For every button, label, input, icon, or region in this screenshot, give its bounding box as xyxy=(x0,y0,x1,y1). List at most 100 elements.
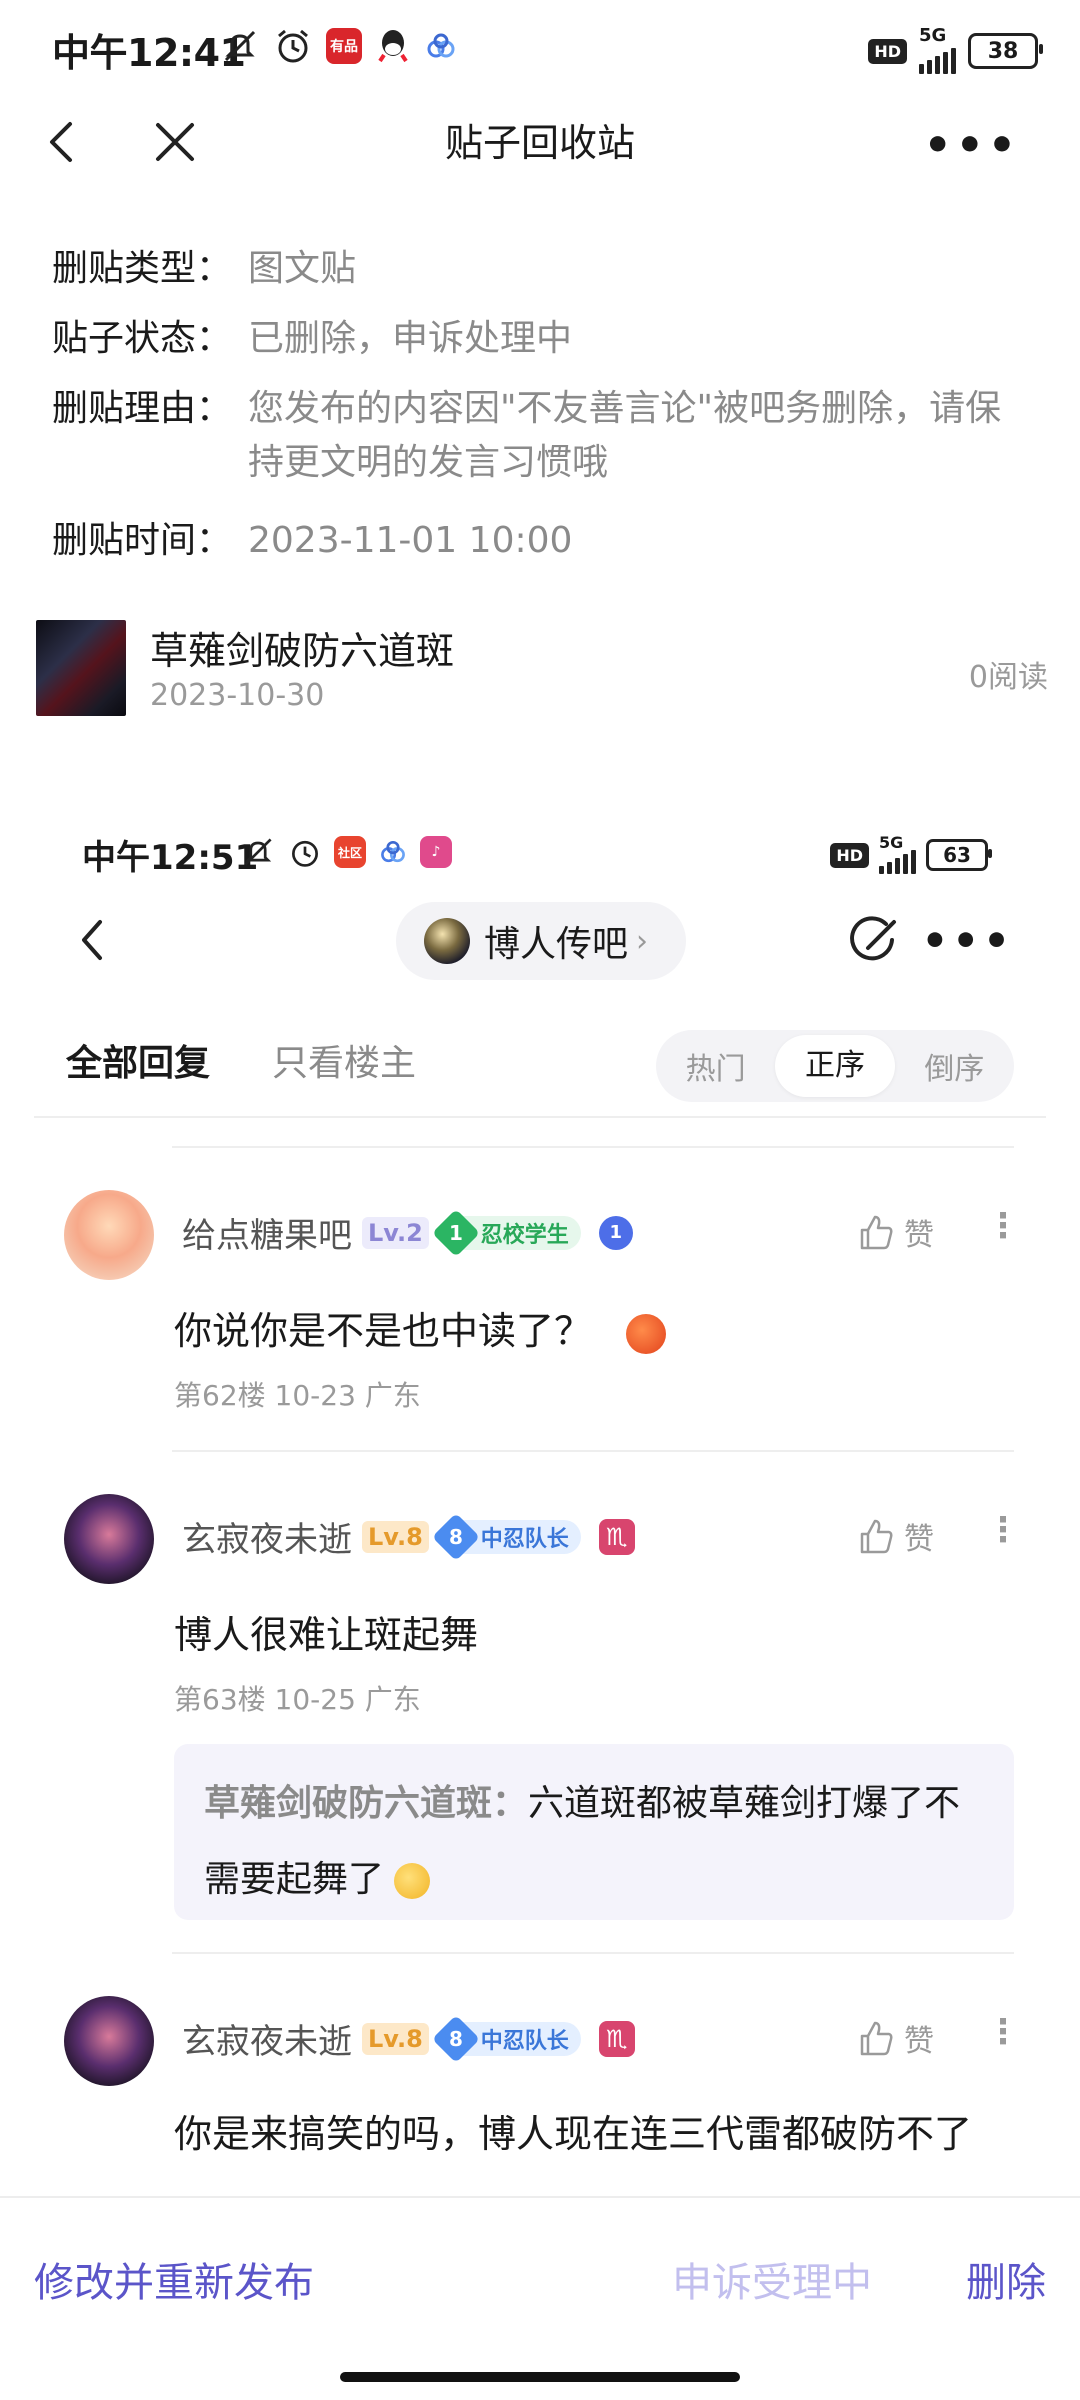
comment-header: 给点糖果吧 Lv.2 1 忍校学生 1 xyxy=(182,1208,633,1257)
more-icon[interactable]: ••• xyxy=(921,916,1014,965)
battery-icon: 63 xyxy=(926,839,992,871)
sort-asc[interactable]: 正序 xyxy=(775,1035,895,1097)
like-label: 赞 xyxy=(904,1522,934,1557)
post-read-count: 0阅读 xyxy=(968,660,1048,695)
sort-hot[interactable]: 热门 xyxy=(656,1044,775,1088)
info-value: 图文贴 xyxy=(248,248,357,289)
sort-toggle[interactable]: 热门 正序 倒序 xyxy=(656,1030,1014,1102)
comment-text-content: 你说你是不是也中读了？ xyxy=(174,1309,593,1353)
thumb-up-icon xyxy=(860,2021,893,2056)
cloud-app-icon xyxy=(381,840,405,863)
thumb-up-icon xyxy=(860,1519,893,1554)
divider xyxy=(172,1450,1014,1452)
shop-app-icon: 有品 xyxy=(326,28,362,64)
rank-badge-number: 1 xyxy=(448,1220,463,1245)
avatar[interactable] xyxy=(64,1190,154,1280)
network-type: 5G xyxy=(919,25,947,46)
sub-reply-box[interactable]: 草薙剑破防六道斑：六道斑都被草薙剑打爆了不需要起舞了 xyxy=(174,1744,1014,1920)
comment-header: 玄寂夜未逝 Lv.8 8 中忍队长 ♏ xyxy=(182,1512,635,1561)
comment-meta: 第62楼 10-23 广东 xyxy=(174,1379,421,1412)
status-time: 中午12:41 xyxy=(52,31,246,75)
hd-badge: HD xyxy=(868,38,907,64)
status-notification-icons: 有品 xyxy=(220,26,458,66)
zodiac-badge-icon: ♏ xyxy=(598,1518,635,1555)
info-key: 删贴理由： xyxy=(52,388,233,429)
rank-badge: 8 中忍队长 xyxy=(431,2014,581,2063)
tab-op-only[interactable]: 只看楼主 xyxy=(272,1034,416,1086)
zodiac-badge-icon: ♏ xyxy=(598,2020,635,2057)
rank-badge-number: 8 xyxy=(448,1524,463,1549)
rank-badge-text: 忍校学生 xyxy=(480,1222,569,1248)
comment-more-icon[interactable]: ⋮ xyxy=(986,1510,1020,1550)
level-badge: Lv.8 xyxy=(362,1520,429,1553)
mute-icon xyxy=(244,838,272,866)
post-thumbnail[interactable] xyxy=(36,620,126,716)
rank-badge-text: 中忍队长 xyxy=(480,2028,569,2054)
share-icon[interactable] xyxy=(846,910,902,970)
info-value: 已删除，申诉处理中 xyxy=(248,318,573,359)
more-icon[interactable]: ••• xyxy=(924,120,1020,171)
forum-pill[interactable]: 博人传吧 › xyxy=(396,902,686,980)
sub-reply-author[interactable]: 草薙剑破防六道斑： xyxy=(204,1783,528,1824)
embedded-status-icons: 社区 ♪ xyxy=(240,834,452,870)
info-value: 2023-11-01 10:00 xyxy=(248,520,573,561)
angry-emoji-icon xyxy=(626,1313,667,1354)
avatar[interactable] xyxy=(64,1494,154,1584)
hd-badge: HD xyxy=(830,842,869,868)
comment-text: 你是来搞笑的吗，博人现在连三代雷都破防不了 xyxy=(174,2112,973,2156)
username[interactable]: 玄寂夜未逝 xyxy=(182,1512,352,1561)
signal-icon: 5G xyxy=(919,25,956,74)
post-title[interactable]: 草薙剑破防六道斑 xyxy=(150,620,454,675)
embedded-status-right: HD 5G 63 xyxy=(830,833,992,874)
network-type: 5G xyxy=(879,833,904,852)
battery-icon: 38 xyxy=(968,33,1043,69)
like-button[interactable]: 赞 xyxy=(856,1210,934,1254)
comment-meta: 第63楼 10-25 广东 xyxy=(174,1683,421,1716)
rank-badge: 1 忍校学生 xyxy=(431,1208,581,1257)
like-button[interactable]: 赞 xyxy=(856,1514,934,1558)
qq-icon xyxy=(378,30,408,63)
info-key: 删贴类型： xyxy=(52,248,233,289)
embedded-screenshot xyxy=(0,800,1080,2200)
member-badge-icon: 1 xyxy=(598,1215,633,1250)
like-label: 赞 xyxy=(904,1218,934,1253)
info-row-reason: 删贴理由： 您发布的内容因"不友善言论"被吧务删除，请保持更文明的发言习惯哦 xyxy=(52,382,1042,490)
home-indicator[interactable] xyxy=(340,2372,740,2382)
forum-name: 博人传吧 xyxy=(484,924,629,965)
cloud-app-icon xyxy=(427,33,455,58)
embedded-status-time: 中午12:51 xyxy=(82,838,259,878)
tab-all-replies[interactable]: 全部回复 xyxy=(66,1034,210,1086)
forum-avatar xyxy=(424,918,470,964)
like-label: 赞 xyxy=(904,2024,934,2059)
info-key: 删贴时间： xyxy=(52,520,233,561)
sort-desc[interactable]: 倒序 xyxy=(895,1044,1014,1088)
delete-button[interactable]: 删除 xyxy=(966,2250,1046,2308)
appeal-status-button: 申诉受理中 xyxy=(672,2260,872,2306)
sub-reply: 草薙剑破防六道斑：六道斑都被草薙剑打爆了不需要起舞了 xyxy=(204,1766,984,1918)
comment-more-icon[interactable]: ⋮ xyxy=(986,1206,1020,1246)
shy-emoji-icon xyxy=(394,1863,431,1899)
rank-badge-number: 8 xyxy=(448,2026,463,2051)
bottom-bar-divider xyxy=(0,2196,1080,2198)
community-app-icon: 社区 xyxy=(334,836,366,868)
back-icon[interactable] xyxy=(72,910,112,970)
edit-republish-button[interactable]: 修改并重新发布 xyxy=(34,2250,314,2308)
info-row-status: 贴子状态： 已删除，申诉处理中 xyxy=(52,312,1042,366)
rank-badge: 8 中忍队长 xyxy=(431,1512,581,1561)
username[interactable]: 玄寂夜未逝 xyxy=(182,2014,352,2063)
rank-badge-text: 中忍队长 xyxy=(480,1526,569,1552)
mute-icon xyxy=(224,30,256,62)
info-row-type: 删贴类型： 图文贴 xyxy=(52,242,1042,296)
like-button[interactable]: 赞 xyxy=(856,2016,934,2060)
signal-icon: 5G xyxy=(879,833,916,874)
info-key: 贴子状态： xyxy=(52,318,233,359)
comment-header: 玄寂夜未逝 Lv.8 8 中忍队长 ♏ xyxy=(182,2014,635,2063)
page-title: 贴子回收站 xyxy=(444,121,635,165)
post-date: 2023-10-30 xyxy=(150,678,325,713)
username[interactable]: 给点糖果吧 xyxy=(182,1208,352,1257)
comment-more-icon[interactable]: ⋮ xyxy=(986,2012,1020,2052)
level-badge: Lv.8 xyxy=(362,2022,429,2055)
avatar[interactable] xyxy=(64,1996,154,2086)
alarm-icon xyxy=(292,840,318,867)
divider xyxy=(34,1116,1046,1118)
